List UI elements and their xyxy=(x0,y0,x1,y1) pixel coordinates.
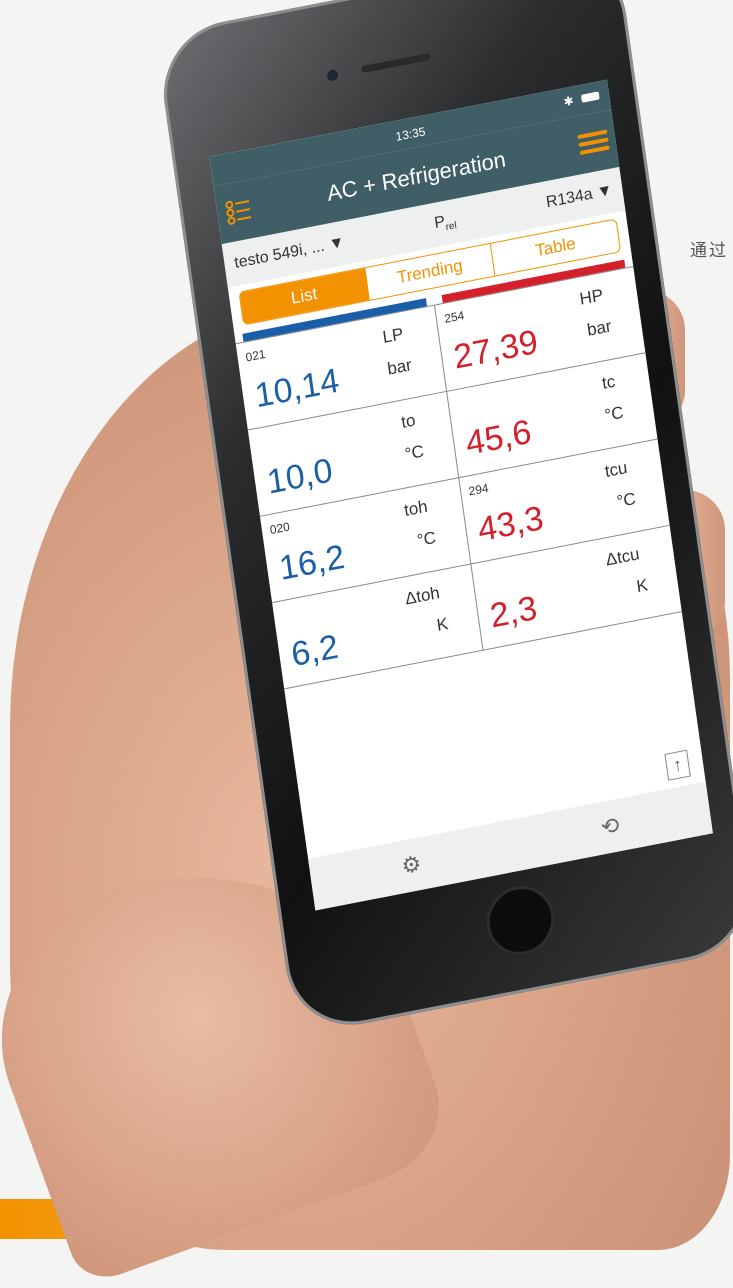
measurement-unit: bar xyxy=(386,355,413,379)
probe-id: 021 xyxy=(244,346,267,365)
measurement-name: Δtoh xyxy=(403,583,441,609)
measurement-name: LP xyxy=(381,324,405,348)
device-selector[interactable]: testo 549i, ... ▼ xyxy=(233,234,345,273)
share-icon[interactable]: ↑ xyxy=(664,749,691,781)
measurement-value: 27,39 xyxy=(451,322,541,377)
measurement-name: HP xyxy=(578,285,605,309)
chevron-down-icon: ▼ xyxy=(595,181,614,202)
measurement-value: 16,2 xyxy=(276,537,348,588)
measurement-name: Δtcu xyxy=(604,544,641,570)
app-screen: 13:35 ✱ AC + Refrigeration testo 549i, .… xyxy=(209,79,713,911)
pressure-mode[interactable]: Prel xyxy=(433,211,457,235)
home-button[interactable] xyxy=(482,880,559,961)
refrigerant-selector[interactable]: R134a ▼ xyxy=(545,182,614,213)
measurement-name: tc xyxy=(600,371,617,394)
measurement-name: tcu xyxy=(603,457,629,482)
phone: 13:35 ✱ AC + Refrigeration testo 549i, .… xyxy=(55,0,733,1075)
measurement-value: 2,3 xyxy=(487,588,540,636)
phone-body: 13:35 ✱ AC + Refrigeration testo 549i, .… xyxy=(155,0,733,1037)
list-menu-icon xyxy=(225,200,252,225)
measurement-unit: °C xyxy=(615,488,637,512)
refrigerant-label: R134a xyxy=(545,185,594,212)
device-label: testo 549i, ... xyxy=(233,237,326,272)
bluetooth-icon: ✱ xyxy=(562,93,575,110)
reset-icon[interactable]: ⟲ xyxy=(599,812,621,841)
measurement-unit: °C xyxy=(415,527,438,551)
menu-list-icon[interactable] xyxy=(215,185,264,237)
measurement-unit: K xyxy=(435,613,450,635)
measurement-value: 10,14 xyxy=(252,361,342,416)
measurement-unit: K xyxy=(635,575,650,597)
measurement-value: 10,0 xyxy=(264,451,335,502)
probe-id: 294 xyxy=(467,480,490,499)
measurement-unit: °C xyxy=(403,441,426,464)
probe-id: 254 xyxy=(443,308,466,326)
measurement-unit: bar xyxy=(585,316,613,340)
measurement-name: to xyxy=(400,410,417,433)
chevron-down-icon: ▼ xyxy=(327,233,346,254)
measurement-name: toh xyxy=(402,496,429,521)
earpiece-speaker xyxy=(361,52,431,74)
hamburger-menu-icon[interactable] xyxy=(569,116,618,168)
probe-id: 020 xyxy=(268,519,291,538)
measurement-value: 6,2 xyxy=(288,627,341,675)
measurement-value: 43,3 xyxy=(475,498,546,550)
front-camera xyxy=(326,68,339,82)
gear-icon[interactable]: ⚙ xyxy=(400,851,423,881)
measurement-unit: °C xyxy=(603,402,625,426)
measurement-value: 45,6 xyxy=(463,412,534,463)
